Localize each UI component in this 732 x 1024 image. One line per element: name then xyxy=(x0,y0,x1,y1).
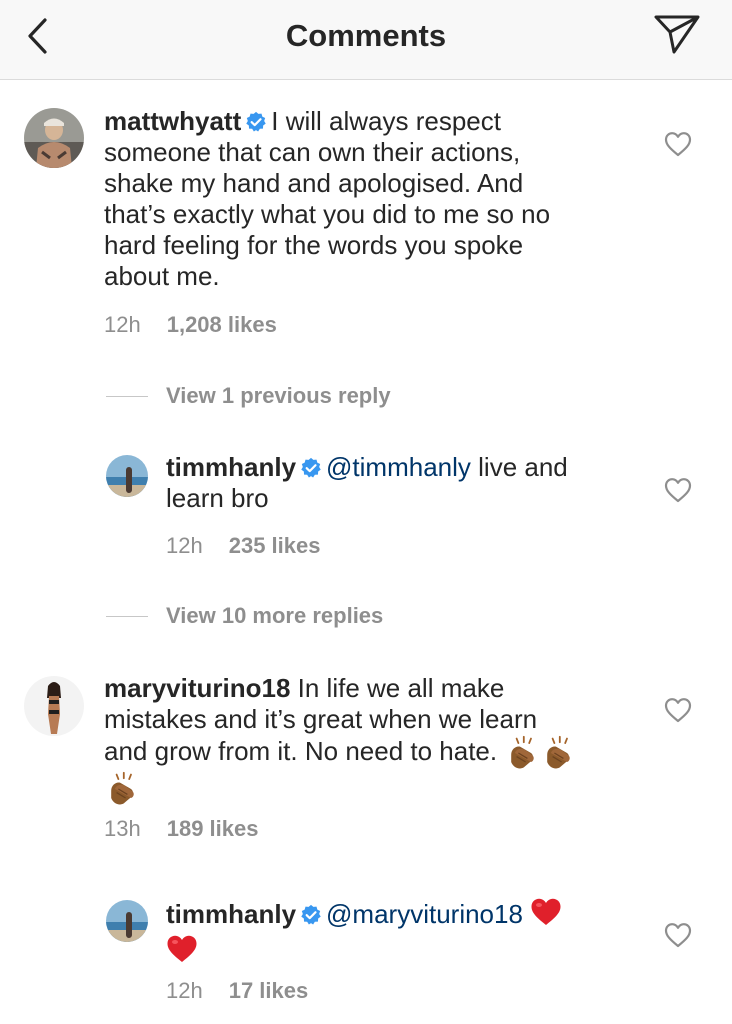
comment-time: 12h xyxy=(104,312,141,337)
mention-link[interactable]: @timmhanly xyxy=(326,452,471,482)
comment-username[interactable]: timmhanly xyxy=(166,452,296,482)
clapping-hands-emoji xyxy=(540,735,576,771)
comment-line xyxy=(166,932,656,964)
avatar[interactable] xyxy=(24,676,84,736)
comment-likes[interactable]: 1,208 likes xyxy=(167,312,277,337)
comment-body: timmhanly @timmhanly live and learn bro xyxy=(166,452,656,514)
comment-time: 12h xyxy=(166,533,203,558)
comment-line: and grow from it. No need to hate. xyxy=(104,735,664,771)
clapping-hands-emoji xyxy=(104,771,140,807)
comment-username[interactable]: mattwhyatt xyxy=(104,106,241,136)
comment-likes[interactable]: 17 likes xyxy=(229,978,309,1003)
comment-text-line: that’s exactly what you did to me so no xyxy=(104,199,551,229)
view-previous-reply[interactable]: View 1 previous reply xyxy=(106,383,391,409)
comment-body: mattwhyatt I will always respect someone … xyxy=(104,106,664,292)
view-more-replies[interactable]: View 10 more replies xyxy=(106,603,383,629)
comment-text-line: and grow from it. No need to hate. xyxy=(104,735,498,766)
comment-line xyxy=(104,771,664,807)
like-heart-icon[interactable] xyxy=(664,922,692,948)
paper-plane-icon xyxy=(654,15,700,54)
comment-likes[interactable]: 189 likes xyxy=(167,816,259,841)
red-heart-emoji xyxy=(166,934,198,964)
comment-likes[interactable]: 235 likes xyxy=(229,533,321,558)
page-title: Comments xyxy=(285,18,447,53)
comment-time: 13h xyxy=(104,816,141,841)
comment-text-line: learn bro xyxy=(166,483,269,513)
comment-meta: 12h 17 likes xyxy=(166,978,308,1004)
red-heart-emoji xyxy=(530,897,562,927)
comment-text-line: mistakes and it’s great when we learn xyxy=(104,704,538,734)
top-bar: Comments xyxy=(0,0,732,80)
comment-text-line: hard feeling for the words you spoke xyxy=(104,230,524,260)
like-heart-icon[interactable] xyxy=(664,477,692,503)
verified-badge-icon xyxy=(245,111,267,133)
send-button[interactable] xyxy=(652,12,702,56)
comment-text-line: someone that can own their actions, xyxy=(104,137,521,167)
mention-link[interactable]: @maryviturino18 xyxy=(326,899,523,929)
divider xyxy=(106,615,148,617)
comment-body: timmhanly @maryviturino18 xyxy=(166,897,656,964)
comment-text-line: I will always respect xyxy=(271,106,501,136)
comment-text-line: about me. xyxy=(104,261,220,291)
comment-meta: 12h 235 likes xyxy=(166,533,320,559)
comment-line: timmhanly @timmhanly live and xyxy=(166,452,656,483)
avatar[interactable] xyxy=(24,108,84,168)
comment-username[interactable]: maryviturino18 xyxy=(104,673,290,703)
comment-time: 12h xyxy=(166,978,203,1003)
avatar[interactable] xyxy=(106,900,148,942)
view-more-replies-label: View 10 more replies xyxy=(166,603,384,628)
comment-text-line: live and xyxy=(478,452,568,482)
comment-username[interactable]: timmhanly xyxy=(166,899,296,929)
clapping-hands-emoji xyxy=(504,735,540,771)
comment-line: timmhanly @maryviturino18 xyxy=(166,897,656,930)
comment-meta: 12h 1,208 likes xyxy=(104,312,277,338)
comment-line: maryviturino18 In life we all make xyxy=(104,673,664,704)
comment-text-line: In life we all make xyxy=(297,673,505,703)
comment-line: mattwhyatt I will always respect xyxy=(104,106,664,137)
avatar[interactable] xyxy=(106,455,148,497)
comment-body: maryviturino18 In life we all make mista… xyxy=(104,673,664,807)
verified-badge-icon xyxy=(300,457,322,479)
like-heart-icon[interactable] xyxy=(664,131,692,157)
like-heart-icon[interactable] xyxy=(664,697,692,723)
comment-text-line: shake my hand and apologised. And xyxy=(104,168,524,198)
comment-meta: 13h 189 likes xyxy=(104,816,258,842)
divider xyxy=(106,395,148,397)
view-previous-reply-label: View 1 previous reply xyxy=(166,383,391,408)
verified-badge-icon xyxy=(300,904,322,926)
